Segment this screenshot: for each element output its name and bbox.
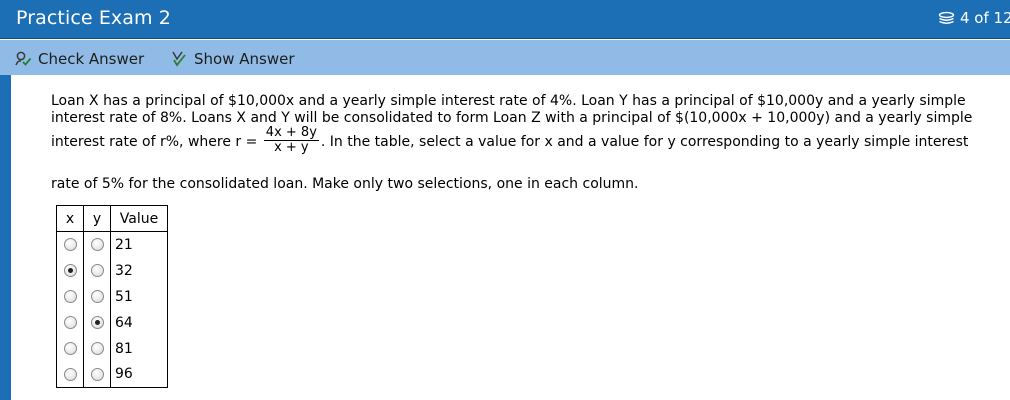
table-row: 64 — [56, 309, 168, 336]
x-radio-button[interactable] — [63, 264, 77, 277]
toolbar: Check Answer Show Answer — [0, 40, 1010, 75]
page-counter-label: 4 of 12 — [960, 9, 1010, 27]
question-line-2: interest rate of 8%. Loans X and Y will … — [51, 110, 973, 126]
stack-icon — [938, 11, 955, 26]
table-row: 96 — [56, 361, 168, 388]
table-row: 81 — [56, 335, 168, 362]
y-radio-button[interactable] — [90, 316, 104, 329]
y-radio-cell — [83, 231, 111, 258]
question-line-3: interest rate of r%, where r = 4x + 8y x … — [51, 125, 996, 157]
x-radio-button[interactable] — [63, 367, 77, 381]
y-radio-button[interactable] — [90, 264, 104, 277]
answer-table: x y Value 21 32 51 64 81 96 — [56, 205, 168, 388]
fraction-denominator: x + y — [274, 140, 309, 155]
value-cell: 51 — [110, 283, 168, 310]
check-answer-icon — [14, 50, 32, 68]
x-radio-cell — [56, 257, 84, 284]
fraction-numerator: 4x + 8y — [263, 125, 319, 141]
x-radio-cell — [56, 231, 84, 258]
x-radio-button[interactable] — [63, 290, 77, 303]
value-cell: 32 — [110, 257, 168, 284]
y-radio-button[interactable] — [90, 290, 104, 303]
show-answer-icon — [170, 50, 188, 68]
table-body: 21 32 51 64 81 96 — [56, 231, 168, 388]
y-radio-cell — [83, 335, 111, 362]
x-radio-cell — [56, 335, 84, 362]
table-row: 51 — [56, 283, 168, 310]
question-line-4: rate of 5% for the consolidated loan. Ma… — [51, 176, 639, 192]
y-radio-cell — [83, 257, 111, 284]
question-line-1: Loan X has a principal of $10,000x and a… — [51, 93, 966, 109]
y-column-header: y — [83, 205, 111, 232]
page-counter: 4 of 12 — [938, 9, 1010, 27]
y-radio-cell — [83, 309, 111, 336]
app-title: Practice Exam 2 — [16, 7, 171, 29]
check-answer-button[interactable]: Check Answer — [14, 49, 144, 69]
question-text: Loan X has a principal of $10,000x and a… — [51, 93, 996, 193]
y-radio-button[interactable] — [90, 342, 104, 355]
table-header-row: x y Value — [56, 205, 168, 232]
title-bar: Practice Exam 2 4 of 12 — [0, 0, 1010, 39]
value-cell: 96 — [110, 361, 168, 388]
question-line-3-end: . In the table, select a value for x and… — [320, 134, 969, 150]
x-radio-button[interactable] — [63, 342, 77, 355]
y-radio-cell — [83, 361, 111, 388]
rate-fraction: 4x + 8y x + y — [263, 125, 319, 155]
x-radio-cell — [56, 361, 84, 388]
y-radio-button[interactable] — [90, 367, 104, 381]
x-column-header: x — [56, 205, 84, 232]
x-radio-cell — [56, 283, 84, 310]
x-radio-cell — [56, 309, 84, 336]
show-answer-button[interactable]: Show Answer — [170, 49, 295, 69]
question-line-3-start: interest rate of r%, where r = — [51, 134, 262, 150]
value-cell: 21 — [110, 231, 168, 258]
y-radio-button[interactable] — [90, 238, 104, 252]
y-radio-cell — [83, 283, 111, 310]
x-radio-button[interactable] — [63, 238, 77, 252]
check-answer-label: Check Answer — [38, 50, 145, 68]
table-row: 32 — [56, 257, 168, 284]
value-column-header: Value — [110, 205, 168, 232]
value-cell: 81 — [110, 335, 168, 362]
left-accent-strip — [0, 75, 11, 400]
value-cell: 64 — [110, 309, 168, 336]
table-row: 21 — [56, 231, 168, 258]
x-radio-button[interactable] — [63, 316, 77, 329]
show-answer-label: Show Answer — [194, 50, 295, 68]
